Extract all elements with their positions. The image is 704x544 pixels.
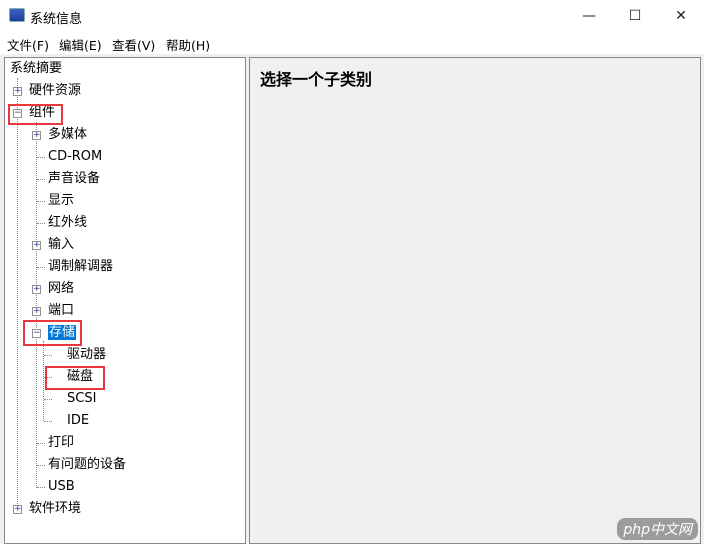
menu-view[interactable]: 查看(V) — [112, 35, 155, 54]
maximize-button[interactable]: ☐ — [612, 0, 658, 32]
tree-line — [44, 399, 52, 400]
tree-item-cdrom[interactable]: CD-ROM — [48, 148, 102, 166]
tree-line — [44, 355, 52, 356]
tree-item-summary[interactable]: 系统摘要 — [10, 60, 62, 78]
tree-item-network[interactable]: 网络 — [48, 280, 74, 298]
tree-item-printing[interactable]: 打印 — [48, 434, 74, 452]
tree-line — [36, 122, 37, 488]
tree-item-scsi[interactable]: SCSI — [67, 390, 96, 408]
highlight-box — [45, 366, 105, 390]
menu-file[interactable]: 文件(F) — [7, 35, 49, 54]
tree-item-software[interactable]: 软件环境 — [29, 500, 81, 518]
tree-item-problem-devices[interactable]: 有问题的设备 — [48, 456, 126, 474]
tree-line — [37, 201, 45, 202]
tree-line — [43, 341, 44, 421]
tree-item-input[interactable]: 输入 — [48, 236, 74, 254]
expand-icon[interactable]: + — [32, 307, 41, 316]
tree-item-modem[interactable]: 调制解调器 — [48, 258, 113, 276]
category-tree[interactable]: 系统摘要 + 硬件资源 − 组件 + 多媒体 CD-ROM 声音设备 显示 红外… — [4, 57, 246, 544]
menu-bar: 文件(F) 编辑(E) 查看(V) 帮助(H) — [0, 32, 704, 54]
tree-line — [44, 421, 52, 422]
highlight-box — [23, 320, 82, 346]
close-button[interactable]: ✕ — [658, 0, 704, 32]
window-title: 系统信息 — [30, 12, 83, 27]
tree-line — [37, 487, 45, 488]
expand-icon[interactable]: + — [32, 131, 41, 140]
minimize-button[interactable]: — — [566, 0, 612, 32]
tree-line — [37, 443, 45, 444]
highlight-box — [8, 104, 63, 125]
tree-item-infrared[interactable]: 红外线 — [48, 214, 87, 232]
tree-item-ports[interactable]: 端口 — [48, 302, 74, 320]
tree-line — [17, 78, 18, 510]
tree-line — [37, 267, 45, 268]
expand-icon[interactable]: + — [32, 285, 41, 294]
tree-item-multimedia[interactable]: 多媒体 — [48, 126, 87, 144]
tree-line — [37, 223, 45, 224]
title-bar: 系统信息 — ☐ ✕ — [0, 0, 704, 32]
menu-help[interactable]: 帮助(H) — [166, 35, 210, 54]
tree-line — [37, 465, 45, 466]
expand-icon[interactable]: + — [13, 87, 22, 96]
details-pane: 选择一个子类别 — [249, 57, 701, 544]
system-info-icon — [9, 8, 25, 22]
tree-item-hardware[interactable]: 硬件资源 — [29, 82, 81, 100]
pane-heading: 选择一个子类别 — [260, 70, 373, 89]
tree-line — [37, 179, 45, 180]
tree-item-display[interactable]: 显示 — [48, 192, 74, 210]
tree-item-usb[interactable]: USB — [48, 478, 75, 496]
tree-item-drives[interactable]: 驱动器 — [67, 346, 106, 364]
expand-icon[interactable]: + — [32, 241, 41, 250]
watermark: php中文网 — [617, 518, 698, 540]
tree-item-sound[interactable]: 声音设备 — [48, 170, 100, 188]
expand-icon[interactable]: + — [13, 505, 22, 514]
tree-item-ide[interactable]: IDE — [67, 412, 89, 430]
tree-line — [37, 157, 45, 158]
menu-edit[interactable]: 编辑(E) — [59, 35, 102, 54]
